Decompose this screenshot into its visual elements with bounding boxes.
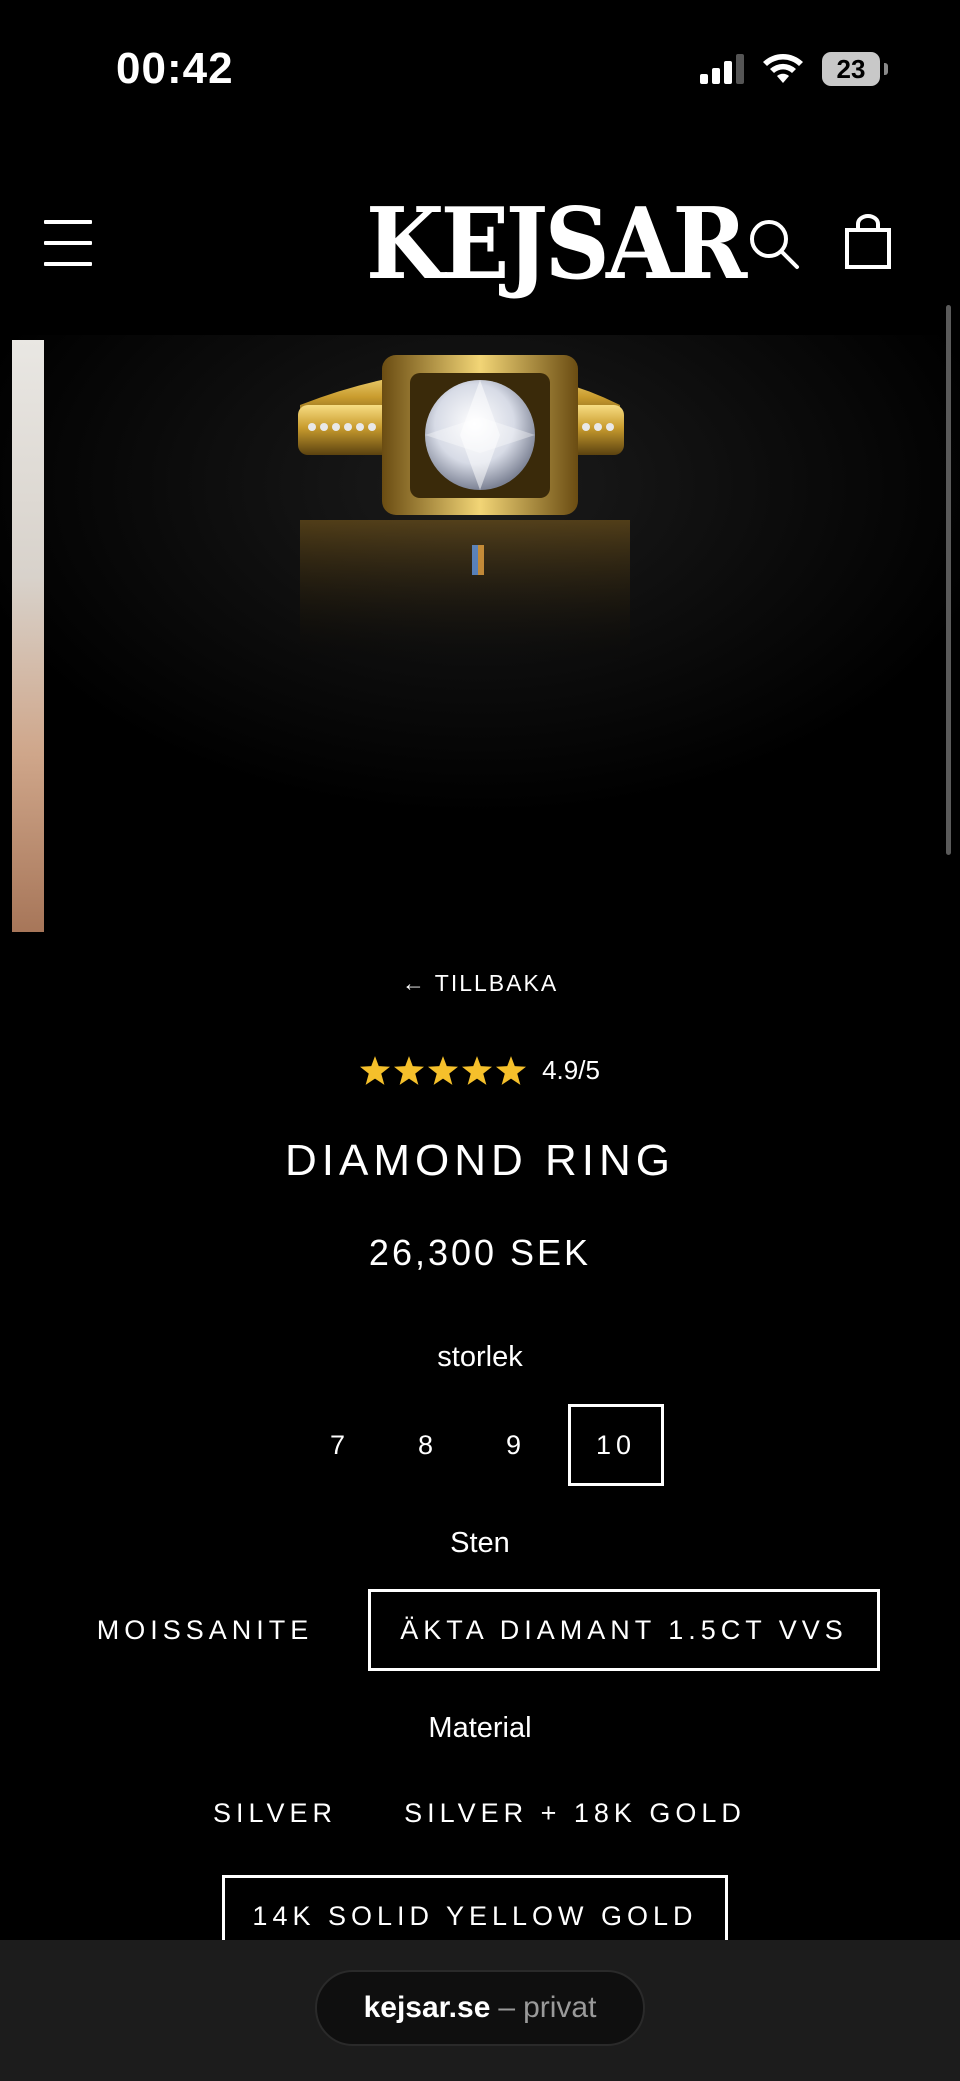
product-price: 26,300 SEK (368, 1232, 592, 1273)
product-title: DIAMOND RING (285, 1136, 675, 1185)
menu-button[interactable] (44, 220, 92, 266)
size-option-10[interactable]: 10 (568, 1404, 664, 1486)
previous-image-thumbnail[interactable] (12, 340, 44, 932)
size-label: storlek (437, 1341, 523, 1373)
material-label: Material (428, 1712, 532, 1744)
star-icon (428, 1056, 459, 1085)
stone-options: MOISSANITE ÄKTA DIAMANT 1.5CT VVS (0, 1589, 960, 1671)
address-bar[interactable]: kejsar.se – privat (315, 1970, 645, 2046)
cellular-signal-icon (700, 54, 744, 84)
status-time: 00:42 (116, 44, 234, 93)
page-scrollbar[interactable] (946, 305, 951, 855)
material-option-silver-18k-gold[interactable]: SILVER + 18K GOLD (395, 1772, 755, 1854)
star-icon (496, 1056, 527, 1085)
brand-logo[interactable]: KEJSAR (366, 170, 747, 320)
url-separator: – (498, 1991, 516, 2024)
battery-indicator: 23 (822, 52, 888, 86)
url-host: kejsar.se (363, 1991, 491, 2024)
product-image (0, 335, 960, 935)
size-option-9[interactable]: 9 (472, 1404, 560, 1486)
product-rating: 4.9/5 (0, 1055, 960, 1086)
menu-icon-line (44, 241, 92, 245)
menu-icon-line (44, 262, 92, 266)
cart-bag-icon[interactable] (844, 214, 892, 270)
size-options: 7 8 9 10 (0, 1404, 960, 1486)
material-option-silver[interactable]: SILVER (205, 1772, 345, 1854)
stone-option-moissanite[interactable]: MOISSANITE (80, 1589, 330, 1671)
stone-option-diamond[interactable]: ÄKTA DIAMANT 1.5CT VVS (368, 1589, 880, 1671)
back-link[interactable]: ← TILLBAKA (0, 970, 960, 997)
private-mode-label: privat (523, 1991, 597, 2024)
star-icon (394, 1056, 425, 1085)
material-options: SILVER SILVER + 18K GOLD (0, 1772, 960, 1854)
search-icon[interactable] (748, 218, 800, 270)
stone-label: Sten (450, 1527, 510, 1559)
status-icons: 23 (700, 52, 888, 86)
size-option-8[interactable]: 8 (384, 1404, 472, 1486)
rating-value: 4.9/5 (542, 1055, 600, 1085)
product-image-gallery[interactable] (0, 335, 960, 935)
rating-stars (360, 1056, 527, 1085)
size-option-7[interactable]: 7 (296, 1404, 384, 1486)
star-icon (360, 1056, 391, 1085)
star-icon (462, 1056, 493, 1085)
menu-icon-line (44, 220, 92, 224)
wifi-icon (763, 54, 803, 83)
